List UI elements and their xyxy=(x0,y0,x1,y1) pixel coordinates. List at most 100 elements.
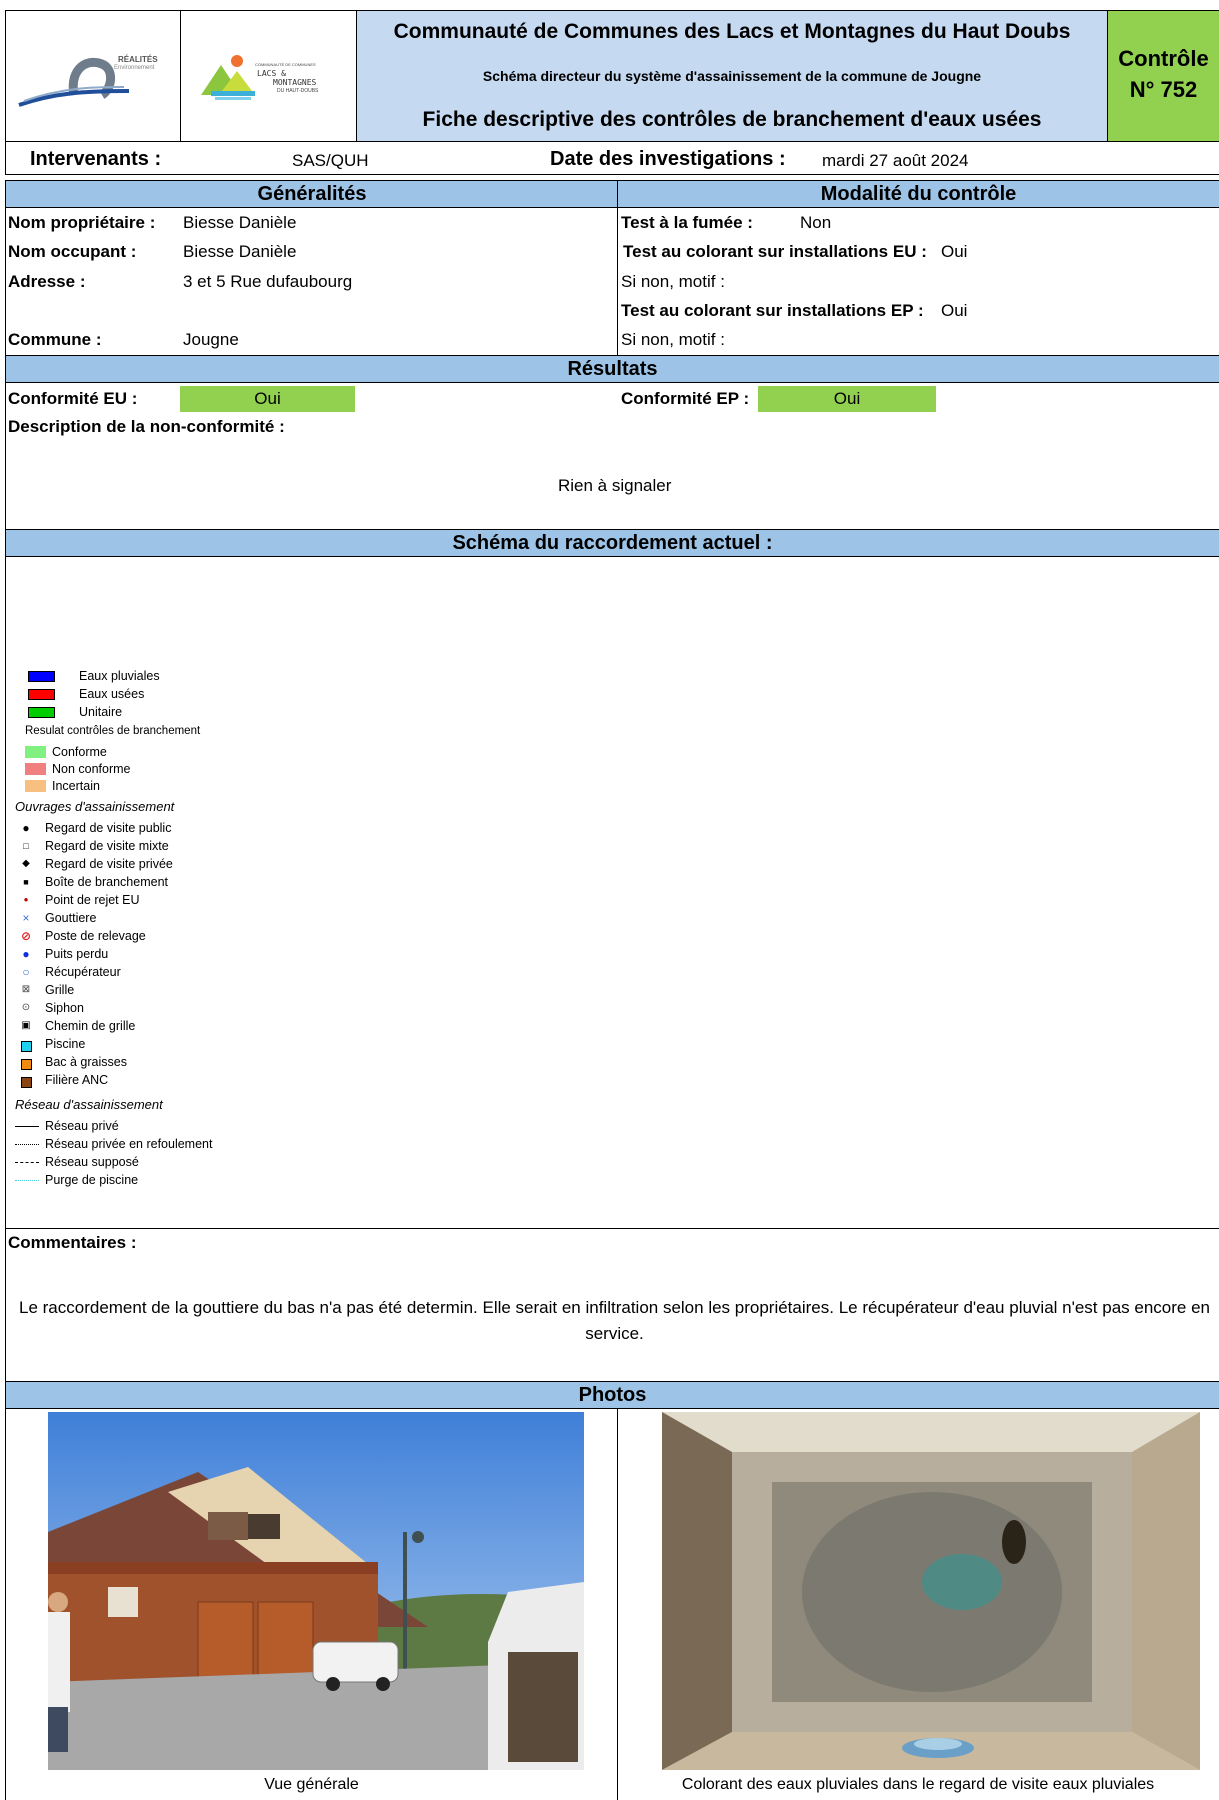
unitaire-swatch xyxy=(28,707,55,718)
date-label: Date des investigations : xyxy=(550,148,786,170)
eaux-pluviales-label: Eaux pluviales xyxy=(79,669,160,683)
intervenants-value: SAS/QUH xyxy=(292,151,369,170)
generalites-divider xyxy=(617,207,618,355)
photos-divider xyxy=(617,1408,618,1800)
lacs-montagnes-logo xyxy=(201,55,255,100)
cyan-square-icon xyxy=(21,1041,32,1052)
dye-eu-value: Oui xyxy=(941,242,968,261)
reason2-label: Si non, motif : xyxy=(621,330,725,349)
control-label: Contrôle xyxy=(1118,46,1209,71)
non-conformity-label: Description de la non-conformité : xyxy=(8,417,285,436)
commentaires-divider xyxy=(5,1228,1219,1229)
reseau-label-1: Réseau privée en refoulement xyxy=(45,1137,213,1151)
intervenants-label: Intervenants : xyxy=(30,148,162,170)
hollow-square-icon: □ xyxy=(23,841,29,851)
conforme-label: Conforme xyxy=(52,745,107,759)
logo2-line0: COMMUNAUTÉ DE COMMUNES xyxy=(255,62,316,67)
ouvrage-label-7: Puits perdu xyxy=(45,947,109,961)
commentaires-label: Commentaires : xyxy=(8,1233,137,1252)
control-number-cell: Contrôle N° 752 xyxy=(1107,10,1219,142)
ep-conformity-label: Conformité EP : xyxy=(621,389,750,408)
occupant-label: Nom occupant : xyxy=(8,242,137,261)
prohibited-circle-icon: ⊘ xyxy=(20,929,32,943)
owner-value: Biesse Danièle xyxy=(183,213,297,232)
ouvrage-label-4: Point de rejet EU xyxy=(45,893,140,907)
logo1-text: RÉALITÉS xyxy=(118,55,158,64)
unitaire-label: Unitaire xyxy=(79,705,123,719)
resultats-heading: Résultats xyxy=(5,355,1219,383)
left-border xyxy=(5,207,6,1800)
ouvrage-label-1: Regard de visite mixte xyxy=(45,839,169,853)
eu-conformity-value: Oui xyxy=(180,386,355,412)
dotted-line-icon xyxy=(15,1144,39,1145)
smoke-test-value: Non xyxy=(800,213,832,232)
ouvrage-label-2: Regard de visite privée xyxy=(45,857,173,871)
cyan-dotted-line-icon xyxy=(15,1180,39,1181)
diamond-icon: ◆ xyxy=(22,858,30,869)
commune-value: Jougne xyxy=(183,330,239,349)
occupant-value: Biesse Danièle xyxy=(183,242,297,261)
general-view-photo xyxy=(48,1412,584,1770)
reason1-label: Si non, motif : xyxy=(621,272,725,291)
control-number: N° 752 xyxy=(1129,77,1198,102)
dye-ep-label: Test au colorant sur installations EP : xyxy=(621,301,924,320)
boxed-x-icon: ⊠ xyxy=(21,984,31,995)
filled-circle-icon: ● xyxy=(22,821,30,835)
generalites-heading: Généralités xyxy=(5,180,618,208)
boxed-dot-icon: ▣ xyxy=(21,1020,31,1031)
ouvrage-label-11: Chemin de grille xyxy=(45,1019,136,1033)
reseau-legend-title: Réseau d'assainissement xyxy=(15,1097,163,1112)
conforme-swatch xyxy=(25,746,46,758)
dye-ep-value: Oui xyxy=(941,301,968,320)
blue-circle-icon: ● xyxy=(22,947,30,961)
manhole-dye-photo xyxy=(662,1412,1200,1770)
ouvrage-label-14: Filière ANC xyxy=(45,1073,109,1087)
photo1-caption: Vue générale xyxy=(264,1776,359,1793)
ouvrage-label-6: Poste de relevage xyxy=(45,929,146,943)
orange-square-icon xyxy=(21,1059,32,1070)
commentaires-text: Le raccordement de la gouttiere du bas n… xyxy=(19,1298,1210,1343)
commune-label: Commune : xyxy=(8,330,102,349)
header-title-cell: Communauté de Communes des Lacs et Monta… xyxy=(356,10,1108,142)
address-value: 3 et 5 Rue dufaubourg xyxy=(183,272,353,291)
logo2-line3: DU HAUT-DOUBS xyxy=(277,88,319,94)
photos-heading: Photos xyxy=(5,1381,1219,1409)
page-title: Communauté de Communes des Lacs et Monta… xyxy=(393,20,1071,43)
circled-dot-icon: ⊙ xyxy=(21,1002,31,1013)
date-value: mardi 27 août 2024 xyxy=(822,151,969,170)
eu-conformity-label: Conformité EU : xyxy=(8,389,138,408)
header-logo2-cell: COMMUNAUTÉ DE COMMUNES LACS & MONTAGNES … xyxy=(180,10,357,142)
logo1-subtext: Environnement xyxy=(114,65,155,71)
ouvrage-label-9: Grille xyxy=(45,983,75,997)
ep-conformity-value: Oui xyxy=(758,386,936,412)
eaux-usees-swatch xyxy=(28,689,55,700)
ouvrage-label-3: Boîte de branchement xyxy=(45,875,168,889)
ouvrages-legend-title: Ouvrages d'assainissement xyxy=(15,799,175,814)
owner-label: Nom propriétaire : xyxy=(8,213,156,232)
photo2-caption: Colorant des eaux pluviales dans le rega… xyxy=(681,1776,1155,1793)
ouvrage-label-8: Récupérateur xyxy=(45,965,121,979)
brown-square-icon xyxy=(21,1077,32,1088)
non-conforme-swatch xyxy=(25,763,46,775)
ouvrage-label-10: Siphon xyxy=(45,1001,84,1015)
ouvrage-label-12: Piscine xyxy=(45,1037,86,1051)
solid-line-icon xyxy=(15,1126,39,1127)
ouvrage-label-13: Bac à graisses xyxy=(45,1055,127,1069)
ouvrage-label-5: Gouttiere xyxy=(45,911,97,925)
eaux-pluviales-swatch xyxy=(28,671,55,682)
reseau-label-3: Purge de piscine xyxy=(45,1173,139,1187)
blue-ring-icon: ○ xyxy=(22,965,30,979)
results-legend-title: Resulat contrôles de branchement xyxy=(25,725,201,737)
filled-square-icon: ■ xyxy=(23,877,29,887)
ouvrage-label-0: Regard de visite public xyxy=(45,821,172,835)
incertain-label: Incertain xyxy=(52,779,100,793)
cross-icon: × xyxy=(22,911,30,925)
reseau-label-0: Réseau privé xyxy=(45,1119,119,1133)
reseau-label-2: Réseau supposé xyxy=(45,1155,139,1169)
schema-heading: Schéma du raccordement actuel : xyxy=(5,529,1219,557)
incertain-swatch xyxy=(25,780,46,792)
red-dot-icon: ● xyxy=(23,895,29,904)
non-conformity-value: Rien à signaler xyxy=(558,476,672,495)
smoke-test-label: Test à la fumée : xyxy=(621,213,753,232)
logo2-line1: LACS & xyxy=(257,69,286,78)
